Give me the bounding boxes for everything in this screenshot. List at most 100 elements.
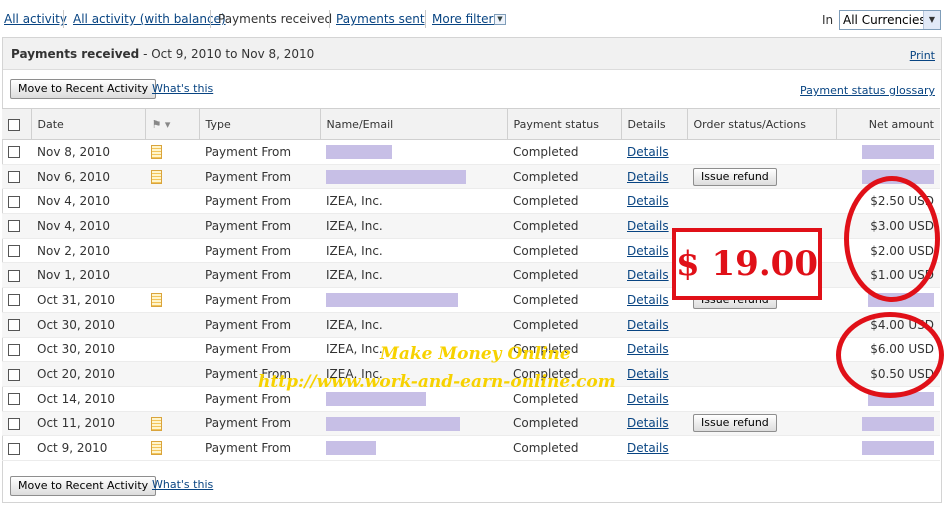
row-checkbox[interactable]: [8, 294, 20, 307]
row-select-cell: [2, 188, 31, 215]
details-link[interactable]: Details: [627, 194, 669, 208]
status-cell: Completed: [507, 164, 621, 190]
details-link[interactable]: Details: [627, 392, 669, 406]
column-header-name[interactable]: Name/Email: [319, 108, 507, 140]
redacted-name: [326, 293, 458, 308]
row-checkbox[interactable]: [8, 245, 20, 258]
tab-all-activity-with-balance[interactable]: All activity (with balance): [73, 12, 226, 26]
note-cell: [145, 287, 199, 313]
type-cell: Payment From: [199, 213, 320, 239]
issue-refund-button[interactable]: Issue refund: [693, 167, 777, 186]
row-checkbox[interactable]: [8, 319, 20, 332]
redacted-name: [326, 391, 426, 406]
row-checkbox[interactable]: [8, 393, 20, 406]
details-link[interactable]: Details: [627, 170, 669, 184]
details-link[interactable]: Details: [627, 318, 669, 332]
row-checkbox[interactable]: [8, 442, 20, 455]
row-select-cell: [2, 411, 31, 437]
note-cell: [145, 312, 199, 338]
row-checkbox[interactable]: [8, 417, 20, 430]
status-cell: Completed: [507, 411, 621, 437]
row-select-cell: [2, 312, 31, 338]
divider: [425, 10, 426, 28]
row-select-cell: [2, 337, 31, 363]
row-checkbox[interactable]: [8, 171, 20, 184]
payer-name: IZEA, Inc.: [326, 218, 383, 233]
more-filters-link[interactable]: More filters: [432, 12, 500, 26]
whats-this-link-top[interactable]: What's this: [152, 82, 213, 95]
row-checkbox[interactable]: [8, 146, 20, 159]
details-link[interactable]: Details: [627, 416, 669, 430]
details-link[interactable]: Details: [627, 268, 669, 282]
row-select-cell: [2, 139, 31, 165]
row-checkbox[interactable]: [8, 220, 20, 233]
highlight-circle-bottom: [836, 312, 944, 398]
highlight-circle-top: [844, 176, 940, 302]
details-link[interactable]: Details: [627, 219, 669, 233]
move-to-recent-activity-button-top[interactable]: Move to Recent Activity: [10, 79, 157, 99]
details-link[interactable]: Details: [627, 342, 669, 356]
column-header-flag[interactable]: ⚑ ▾: [144, 108, 199, 140]
print-link[interactable]: Print: [910, 49, 935, 62]
column-header-date[interactable]: Date: [30, 108, 145, 140]
issue-refund-button[interactable]: Issue refund: [693, 414, 777, 433]
name-cell: [320, 435, 507, 461]
row-select-cell: [2, 164, 31, 190]
date-cell: Nov 4, 2010: [31, 188, 145, 215]
redacted-name: [326, 169, 466, 184]
redacted-name: [326, 416, 460, 431]
table-row: Nov 8, 2010 Payment From Completed Details: [2, 139, 940, 165]
note-icon: [151, 145, 162, 160]
watermark-title: Make Money Online: [380, 344, 571, 364]
table-row: Nov 4, 2010 Payment From IZEA, Inc. Complet…: [2, 188, 940, 215]
note-cell: [145, 238, 199, 264]
date-cell: Nov 1, 2010: [31, 262, 145, 289]
details-cell: Details: [621, 312, 687, 338]
column-header-type[interactable]: Type: [198, 108, 320, 140]
date-range: - Oct 9, 2010 to Nov 8, 2010: [143, 47, 315, 61]
row-checkbox[interactable]: [8, 269, 20, 282]
note-cell: [145, 435, 199, 461]
tab-payments-sent[interactable]: Payments sent: [336, 12, 425, 26]
action-cell: [687, 312, 836, 338]
row-checkbox[interactable]: [8, 195, 20, 208]
divider: [210, 10, 211, 28]
panel-title-text: Payments received: [11, 47, 140, 61]
row-select-cell: [2, 361, 31, 387]
divider: [63, 10, 64, 28]
table-row: Oct 11, 2010 Payment From Completed Details…: [2, 411, 940, 437]
details-link[interactable]: Details: [627, 244, 669, 258]
amount-cell: [836, 435, 940, 461]
flag-icon[interactable]: ⚑ ▾: [152, 118, 171, 131]
payment-status-glossary-link[interactable]: Payment status glossary: [800, 84, 935, 97]
tab-payments-received[interactable]: Payments received: [218, 12, 332, 26]
type-cell: Payment From: [199, 262, 320, 289]
action-cell: [687, 188, 836, 215]
select-all-checkbox[interactable]: [8, 118, 20, 131]
tab-all-activity[interactable]: All activity: [4, 12, 67, 26]
details-link[interactable]: Details: [627, 145, 669, 159]
details-cell: Details: [621, 411, 687, 437]
details-link[interactable]: Details: [627, 441, 669, 455]
move-to-recent-activity-button-bottom[interactable]: Move to Recent Activity: [10, 476, 157, 496]
date-cell: Oct 14, 2010: [31, 386, 145, 412]
column-header-net-amount[interactable]: Net amount: [835, 108, 940, 140]
more-filters-chevron-icon[interactable]: ▼: [494, 14, 506, 25]
payer-name: IZEA, Inc.: [326, 342, 383, 357]
redacted-amount: [862, 416, 934, 431]
details-link[interactable]: Details: [627, 293, 669, 307]
column-header-status[interactable]: Payment status: [506, 108, 621, 140]
row-checkbox[interactable]: [8, 343, 20, 356]
panel-header: Payments received - Oct 9, 2010 to Nov 8…: [3, 38, 941, 70]
whats-this-link-bottom[interactable]: What's this: [152, 478, 213, 491]
redacted-amount: [862, 145, 934, 160]
select-all-header: [2, 108, 31, 140]
table-row: Nov 6, 2010 Payment From Completed Details I…: [2, 164, 940, 190]
redacted-amount: [862, 441, 934, 456]
payer-name: IZEA, Inc.: [326, 194, 383, 209]
amount-cell: [836, 139, 940, 165]
details-link[interactable]: Details: [627, 367, 669, 381]
currency-select[interactable]: All Currencies ▼: [839, 10, 941, 30]
row-checkbox[interactable]: [8, 368, 20, 381]
chevron-down-icon[interactable]: ▼: [923, 11, 940, 29]
